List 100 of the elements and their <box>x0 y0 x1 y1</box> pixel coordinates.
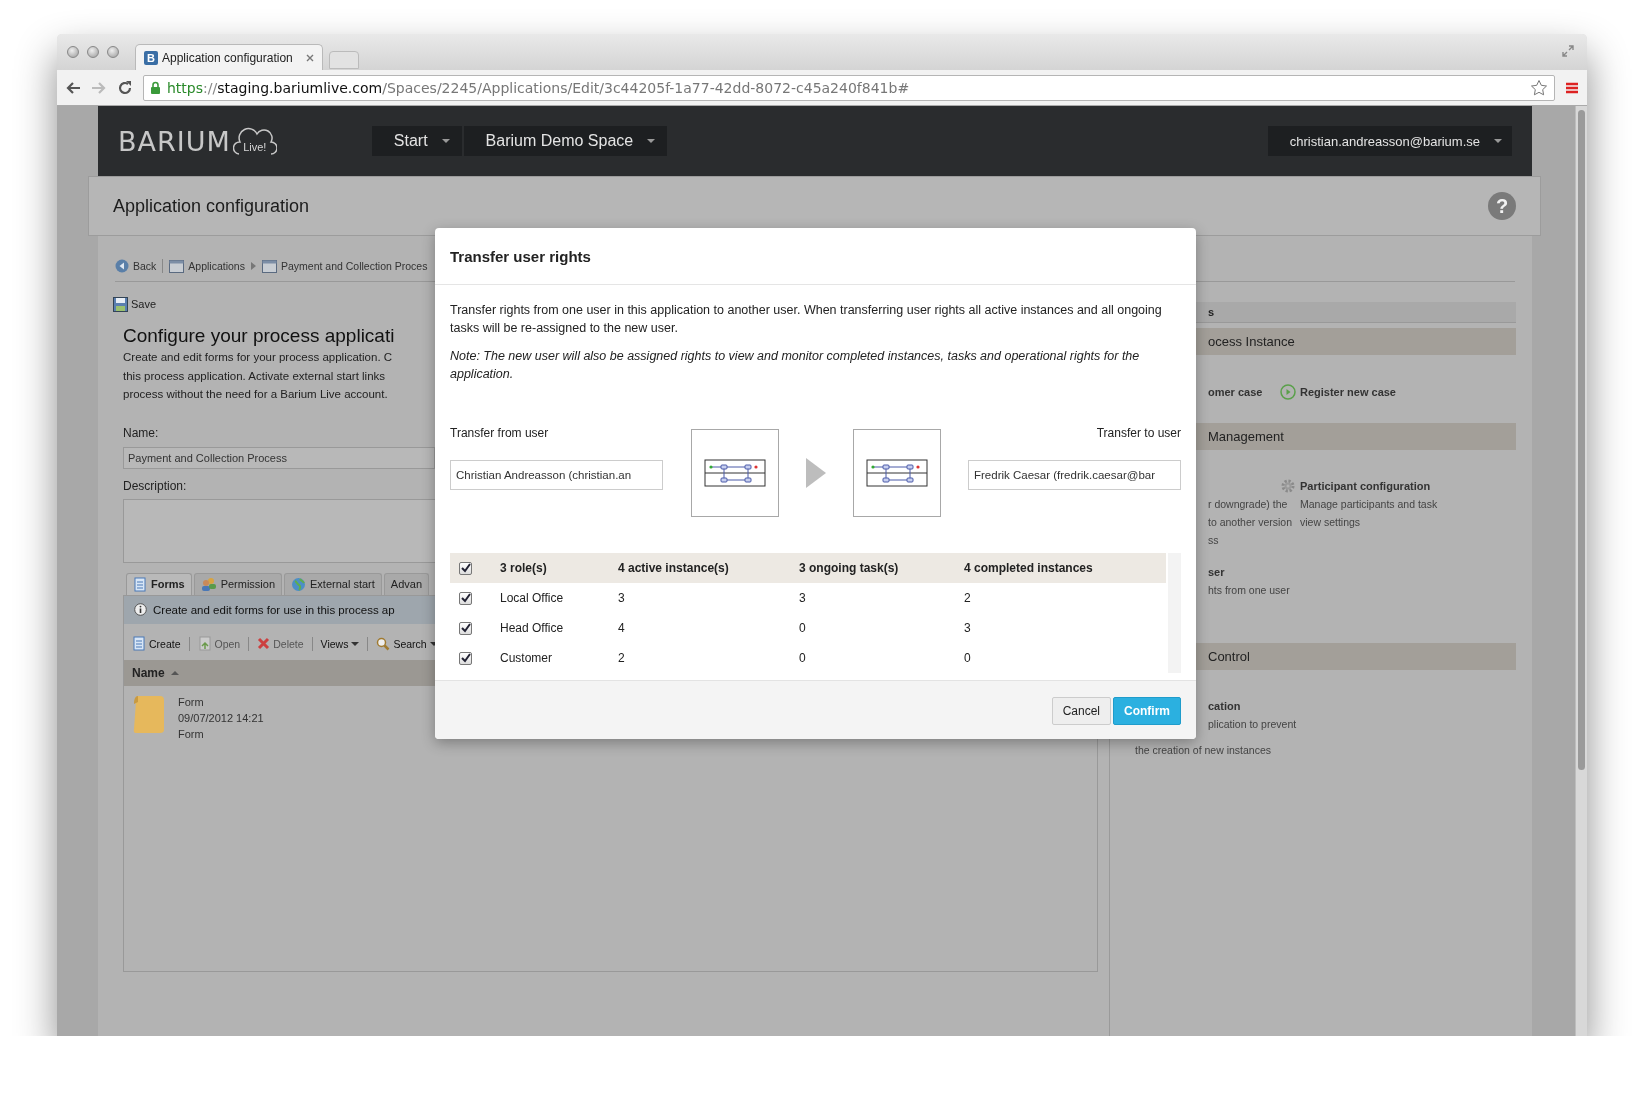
arrow-icon <box>250 262 256 270</box>
process-diagram-icon <box>865 459 928 487</box>
breadcrumb-link[interactable]: Applications <box>169 259 245 273</box>
separator-line <box>248 636 250 651</box>
delete-icon <box>257 637 271 650</box>
name-field[interactable]: Payment and Collection Process <box>123 446 435 469</box>
caret-icon <box>647 139 656 143</box>
table-cell-text: 0 <box>799 621 807 635</box>
info-icon <box>134 603 147 616</box>
caret-icon <box>1494 139 1502 143</box>
separator-line <box>188 636 190 651</box>
header-cell-text: 4 active instance(s) <box>618 561 730 575</box>
url-field[interactable]: https://staging.bariumlive.com/Spaces/2245/Applications/Edit/3c44205f-1a77-42dd-8072-c45a240f841b# <box>143 74 1555 101</box>
open-icon <box>197 636 212 651</box>
star-icon[interactable] <box>1530 78 1548 97</box>
minimize-window-icon[interactable] <box>87 46 99 58</box>
zoom-window-icon[interactable] <box>107 46 119 58</box>
action-link[interactable]: ser <box>1208 563 1300 581</box>
save-button[interactable]: Save <box>113 296 157 312</box>
window-icon <box>261 259 277 273</box>
process-diagram-icon <box>703 459 766 487</box>
intro-text: this process application. Activate external start links <box>123 368 386 384</box>
nav-menu[interactable]: Barium Demo Space <box>463 126 668 156</box>
sort-icon <box>170 670 179 675</box>
gear-icon <box>1280 478 1296 494</box>
reload-icon[interactable] <box>117 79 133 96</box>
table-cell-text: 3 <box>964 621 972 635</box>
checkbox[interactable] <box>459 621 472 635</box>
tab[interactable]: Permission <box>193 572 283 595</box>
table-cell-text: 0 <box>799 651 807 665</box>
cancel-button[interactable]: Cancel <box>1051 697 1111 725</box>
table-cell-text: 3 <box>799 591 807 605</box>
breadcrumb-link[interactable]: Back <box>115 259 157 273</box>
item-text: Form <box>178 694 205 710</box>
tab[interactable]: Advan <box>383 572 430 595</box>
table-cell-text: 3 <box>618 591 626 605</box>
action-description: hts from one user <box>1208 583 1291 598</box>
checkbox[interactable] <box>459 591 472 605</box>
caret-icon <box>351 641 360 646</box>
people-icon <box>200 577 217 591</box>
table-cell-text: Customer <box>500 651 553 665</box>
play-arrow-icon <box>805 458 826 488</box>
menu-icon[interactable] <box>1565 80 1579 95</box>
action-description: the creation of new instances <box>1134 743 1272 758</box>
document-icon <box>132 636 146 651</box>
close-window-icon[interactable] <box>67 46 79 58</box>
toolbar-button[interactable]: Create <box>130 636 183 651</box>
action-description: Manage participants and task <box>1300 497 1439 512</box>
action-description: r downgrade) the <box>1208 497 1289 512</box>
item-text: 09/07/2012 14:21 <box>178 710 264 726</box>
action-description: plication to prevent <box>1208 717 1298 732</box>
tab[interactable]: External start <box>284 572 382 595</box>
fullscreen-icon[interactable] <box>1561 44 1575 58</box>
help-button[interactable]: ? <box>1488 192 1516 220</box>
checkbox[interactable] <box>459 561 472 575</box>
logo: BARIUM <box>118 125 231 157</box>
cloud-icon <box>232 126 277 156</box>
info-text: Create and edit forms for use in this process ap <box>153 603 395 616</box>
separator-line <box>162 259 164 273</box>
header-cell-text: 3 ongoing task(s) <box>799 561 900 575</box>
intro-text: Create and edit forms for your process application. C <box>123 350 393 365</box>
logo-subtitle: Live! <box>243 141 267 153</box>
tab[interactable]: Forms <box>126 572 192 595</box>
close-icon[interactable] <box>306 53 314 62</box>
separator-line <box>311 636 313 651</box>
table-cell-text: 2 <box>618 651 626 665</box>
page-title: Application configuration <box>113 195 310 217</box>
favicon: B <box>144 50 158 65</box>
nav-menu[interactable]: Start <box>371 126 462 156</box>
lock-icon <box>150 81 161 94</box>
search-icon <box>376 636 391 651</box>
scrollbar[interactable] <box>1575 106 1587 1036</box>
action-link[interactable]: Participant configuration <box>1280 477 1516 495</box>
checkbox[interactable] <box>459 651 472 665</box>
header-cell-text: 4 completed instances <box>964 561 1094 575</box>
from-user-field[interactable]: Christian Andreasson (christian.an <box>450 460 663 490</box>
table-cell-text: 2 <box>964 591 972 605</box>
document-icon <box>132 693 166 734</box>
table-cell-text: 0 <box>964 651 972 665</box>
user-menu[interactable]: christian.andreasson@barium.se <box>1267 126 1512 156</box>
item-text: Form <box>178 726 205 742</box>
action-description: ss <box>1208 533 1220 548</box>
back-arrow-icon[interactable] <box>65 80 81 95</box>
browser-tab[interactable]: B Application configuration <box>135 44 323 70</box>
back-icon <box>115 259 129 273</box>
breadcrumb-link[interactable]: Payment and Collection Proces <box>261 259 428 273</box>
document-icon <box>133 576 147 592</box>
intro-text: process without the need for a Barium Live account. <box>123 387 388 402</box>
scrollbar-thumb[interactable] <box>1578 110 1585 770</box>
table-cell-text: Head Office <box>500 621 565 635</box>
window-icon <box>169 259 185 273</box>
action-link[interactable]: cation <box>1208 697 1300 715</box>
action-description: to another version <box>1208 515 1294 530</box>
caret-icon <box>441 139 450 143</box>
table-cell-text: Local Office <box>500 591 565 605</box>
to-user-field[interactable]: Fredrik Caesar (fredrik.caesar@bar <box>968 460 1181 490</box>
play-icon <box>1280 384 1296 400</box>
separator-line <box>367 636 369 651</box>
toolbar-button[interactable]: Views <box>318 637 362 650</box>
floppy-icon <box>113 296 128 312</box>
